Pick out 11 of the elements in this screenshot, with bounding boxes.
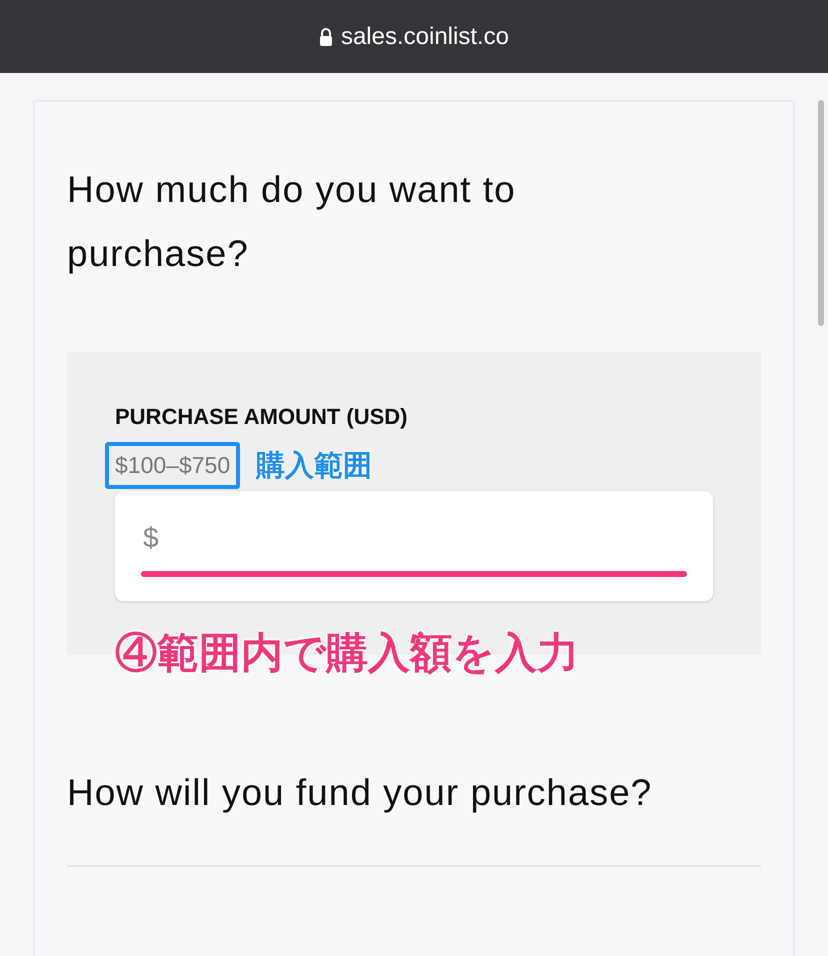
amount-input[interactable]: $ (141, 521, 691, 555)
amount-field[interactable]: $ (115, 491, 713, 601)
annotation-text: ④範囲内で購入額を入力 (115, 628, 580, 678)
field-label: PURCHASE AMOUNT (USD) (115, 404, 409, 430)
range-text: $100–$750 (105, 442, 240, 489)
question-heading: How much do you want to purchase? (67, 168, 517, 276)
lock-icon (318, 28, 333, 46)
scrollbar[interactable] (818, 100, 824, 326)
annotation-text: 購入範囲 (256, 448, 372, 484)
url-text[interactable]: sales.coinlist.co (340, 22, 510, 50)
question-heading: How will you fund your purchase? (67, 771, 654, 815)
